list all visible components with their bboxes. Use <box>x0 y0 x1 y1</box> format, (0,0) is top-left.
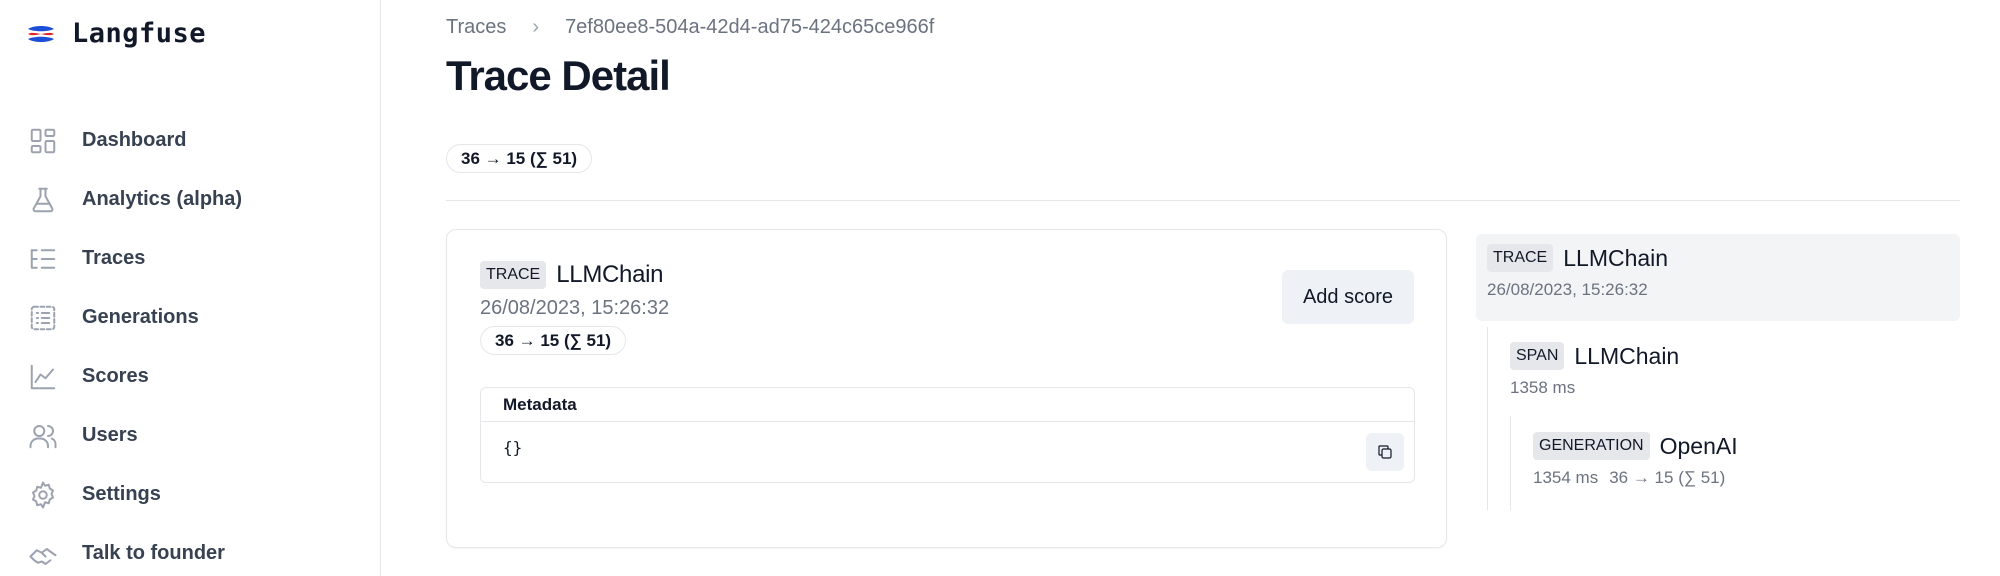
sidebar-item-generations[interactable]: Generations <box>26 288 242 347</box>
tree-node-header: SPAN LLMChain <box>1510 342 1960 370</box>
tree-trace-timestamp: 26/08/2023, 15:26:32 <box>1487 280 1648 299</box>
sidebar-item-analytics[interactable]: Analytics (alpha) <box>26 170 242 229</box>
tree-generation-usage: 36 → 15 (∑ 51) <box>1609 468 1726 487</box>
sidebar-item-label: Users <box>82 424 138 446</box>
tree-node-generation[interactable]: GENERATION OpenAI 1354 ms 36 → 15 (∑ 51) <box>1533 432 1960 488</box>
brand[interactable]: Langfuse <box>26 18 206 49</box>
sidebar-item-scores[interactable]: Scores <box>26 347 242 406</box>
sidebar-item-users[interactable]: Users <box>26 406 242 465</box>
tree-span-duration: 1358 ms <box>1510 378 1576 397</box>
sidebar-item-dashboard[interactable]: Dashboard <box>26 111 242 170</box>
tree-trace-name: LLMChain <box>1563 244 1669 271</box>
dashboard-icon <box>26 124 60 158</box>
tree-node-header: GENERATION OpenAI <box>1533 432 1960 460</box>
sidebar-item-traces[interactable]: Traces <box>26 229 242 288</box>
metadata-header: Metadata <box>481 388 1414 422</box>
users-icon <box>26 419 60 453</box>
trace-header: TRACE LLMChain <box>480 261 664 289</box>
trace-type-tag: TRACE <box>480 261 547 289</box>
tree-generation-name: OpenAI <box>1659 432 1738 459</box>
tree-children: GENERATION OpenAI 1354 ms 36 → 15 (∑ 51) <box>1510 416 1960 510</box>
copy-icon <box>1378 445 1392 459</box>
chevron-right-icon: › <box>532 16 540 38</box>
sidebar-item-label: Traces <box>82 247 146 269</box>
breadcrumb: Traces › 7ef80ee8-504a-42d4-ad75-424c65c… <box>446 16 934 39</box>
sidebar-item-talk-to-founder[interactable]: Talk to founder <box>26 524 242 576</box>
sidebar-item-settings[interactable]: Settings <box>26 465 242 524</box>
trace-detail-card: TRACE LLMChain 26/08/2023, 15:26:32 36 →… <box>446 229 1447 548</box>
line-chart-icon <box>26 360 60 394</box>
tree-generation-stats: 1354 ms 36 → 15 (∑ 51) <box>1533 468 1960 488</box>
trace-usage-badge: 36 → 15 (∑ 51) <box>480 326 627 355</box>
trace-timestamp: 26/08/2023, 15:26:32 <box>480 297 670 319</box>
metadata-content: {} <box>481 422 1414 482</box>
gear-icon <box>26 478 60 512</box>
usage-badge: 36 → 15 (∑ 51) <box>446 144 593 173</box>
breadcrumb-traces-link[interactable]: Traces <box>446 16 506 39</box>
breadcrumb-trace-id: 7ef80ee8-504a-42d4-ad75-424c65ce966f <box>565 16 935 38</box>
metadata-json: {} <box>503 438 523 457</box>
sidebar-item-label: Analytics (alpha) <box>82 188 243 210</box>
tree-node-trace[interactable]: TRACE LLMChain 26/08/2023, 15:26:32 <box>1476 234 1960 321</box>
tree-span-name: LLMChain <box>1574 342 1680 369</box>
sidebar-item-label: Settings <box>82 483 161 505</box>
tree-span-tag: SPAN <box>1510 342 1565 370</box>
langfuse-logo-icon <box>28 25 54 42</box>
observation-tree: TRACE LLMChain 26/08/2023, 15:26:32 SPAN… <box>1476 234 1960 510</box>
tree-node-span[interactable]: SPAN LLMChain 1358 ms <box>1510 342 1960 398</box>
sidebar-item-label: Dashboard <box>82 129 187 151</box>
sidebar-item-label: Scores <box>82 365 149 387</box>
sidebar: Langfuse Dashboard Analytics (alpha) Tra… <box>0 0 381 576</box>
list-tree-icon <box>26 242 60 276</box>
flask-icon <box>26 183 60 217</box>
copy-button[interactable] <box>1366 433 1404 471</box>
trace-name: LLMChain <box>556 261 664 288</box>
sidebar-item-label: Generations <box>82 306 199 328</box>
divider <box>446 200 1960 201</box>
app-name: Langfuse <box>72 18 207 49</box>
list-box-icon <box>26 301 60 335</box>
tree-node-header: TRACE LLMChain <box>1487 244 1960 272</box>
add-score-button[interactable]: Add score <box>1282 270 1414 324</box>
handshake-icon <box>26 537 60 571</box>
sidebar-nav: Dashboard Analytics (alpha) Traces Gener… <box>26 111 242 576</box>
metadata-panel: Metadata {} <box>480 387 1415 483</box>
page-title: Trace Detail <box>446 52 671 99</box>
tree-trace-tag: TRACE <box>1487 244 1554 272</box>
tree-children: SPAN LLMChain 1358 ms GENERATION OpenAI … <box>1487 327 1960 510</box>
sidebar-item-label: Talk to founder <box>82 542 225 564</box>
tree-generation-tag: GENERATION <box>1533 432 1650 460</box>
tree-generation-duration: 1354 ms <box>1533 468 1599 487</box>
